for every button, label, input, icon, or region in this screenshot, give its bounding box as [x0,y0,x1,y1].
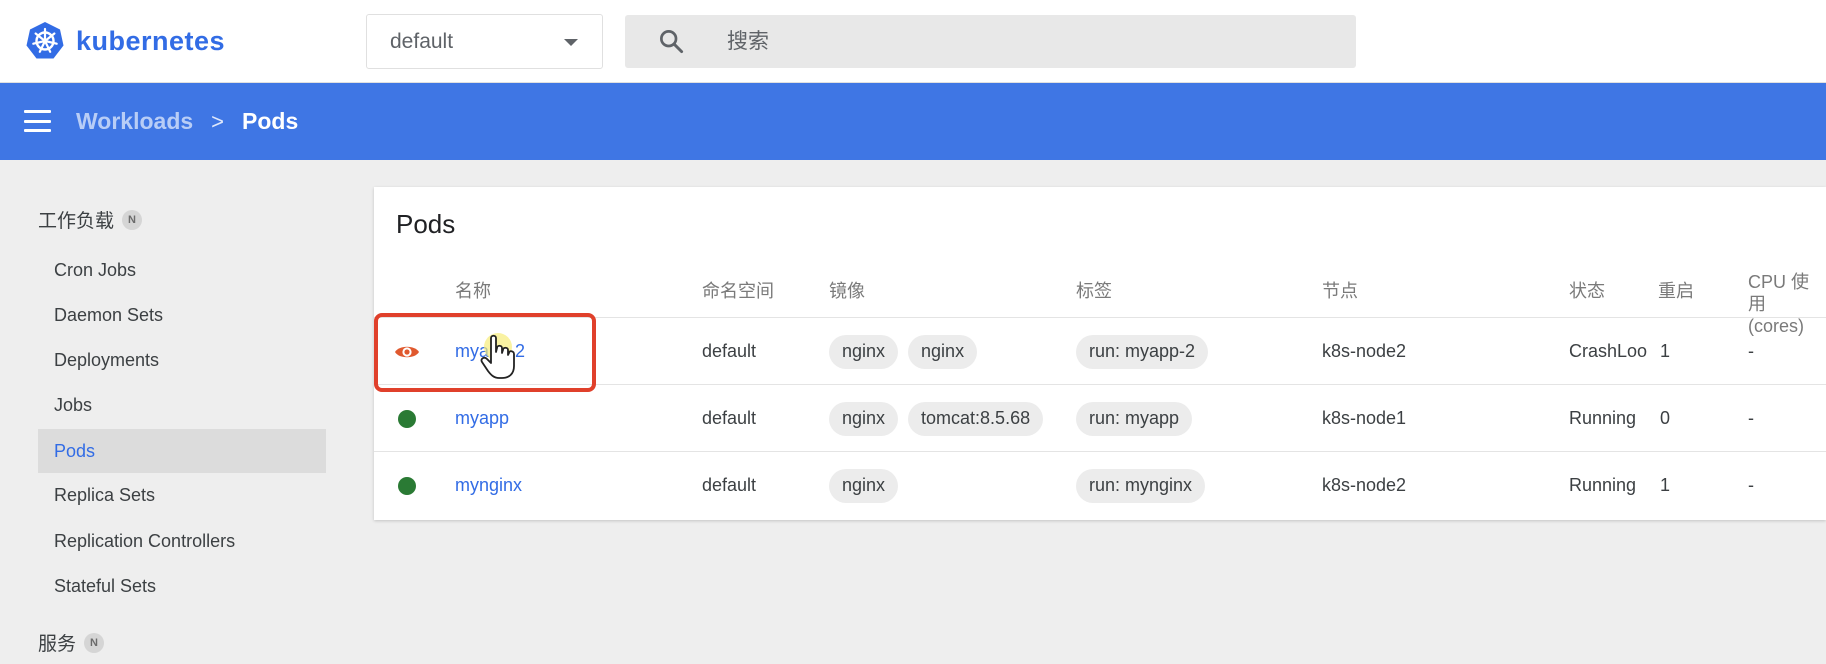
pod-status: Running [1569,475,1637,495]
pod-namespace: default [702,341,757,361]
running-dot-icon [398,409,416,428]
column-header-name[interactable]: 名称 [455,280,491,302]
caret-down-icon [564,39,578,46]
kubernetes-logo-icon [26,22,64,59]
column-header-status[interactable]: 状态 [1569,280,1605,302]
sidebar-item-cron-jobs[interactable]: Cron Jobs [38,248,326,292]
image-chip: nginx [829,468,899,503]
table-row[interactable]: myapp default nginx tomcat:8.5.68 run: m… [374,384,1826,451]
brand[interactable]: kubernetes [24,20,225,62]
sidebar-item-label: Stateful Sets [54,575,157,596]
namespace-select-value: default [390,29,454,53]
sidebar-item-label: Pods [54,440,96,461]
pod-node[interactable]: k8s-node2 [1322,318,1406,385]
label-chip: run: mynginx [1076,468,1206,503]
pod-node[interactable]: k8s-node1 [1322,385,1406,452]
sidebar-category-label: 工作负载 [38,211,115,232]
nav-bar: Workloads > Pods [0,83,1826,160]
sidebar-item-replica-sets[interactable]: Replica Sets [38,473,326,517]
sidebar-item-stateful-sets[interactable]: Stateful Sets [38,564,326,608]
menu-icon[interactable] [24,110,51,132]
sidebar-category-label: 服务 [38,634,77,655]
pod-labels: run: myapp-2 [1076,318,1218,385]
breadcrumb-current: Pods [242,108,299,134]
pod-restarts: 1 [1660,475,1671,495]
column-header-node[interactable]: 节点 [1322,280,1358,302]
search-input[interactable] [725,15,1325,68]
sidebar-item-label: Deployments [54,349,160,370]
table-row[interactable]: mynginx default nginx run: mynginx k8s-n… [374,451,1826,518]
column-header-namespace[interactable]: 命名空间 [702,280,774,302]
search-bar[interactable] [625,15,1356,68]
image-chip: tomcat:8.5.68 [908,401,1044,436]
pod-labels: run: mynginx [1076,452,1215,519]
pod-status-icon-cell [398,385,416,452]
sidebar: 工作负载 N Cron Jobs Daemon Sets Deployments… [0,160,345,664]
sidebar-category-services[interactable]: 服务 N [38,629,105,656]
sidebar-category-workloads[interactable]: 工作负载 N [38,206,143,233]
pod-status-icon-cell [398,452,416,519]
running-dot-icon [398,476,416,495]
breadcrumb: Workloads > Pods [76,83,298,160]
pod-status: CrashLoo [1569,341,1648,361]
column-header-images: 镜像 [829,281,865,301]
image-chip: nginx [829,334,899,369]
pod-name-link[interactable]: myapp [455,385,509,452]
pod-cpu: - [1748,341,1754,361]
pod-cpu: - [1748,408,1754,428]
pod-namespace: default [702,408,757,428]
sidebar-item-deployments[interactable]: Deployments [38,338,326,382]
label-chip: run: myapp [1076,401,1193,436]
card-title: Pods [396,209,456,239]
sidebar-item-label: Daemon Sets [54,304,164,325]
sidebar-item-replication-controllers[interactable]: Replication Controllers [38,519,326,563]
sidebar-item-jobs[interactable]: Jobs [38,383,326,427]
label-chip: run: myapp-2 [1076,334,1209,369]
namespaced-badge: N [122,209,143,230]
namespaced-badge: N [84,632,105,653]
pod-restarts: 0 [1660,408,1671,428]
pod-namespace: default [702,475,757,495]
pod-images: nginx tomcat:8.5.68 [829,385,1053,452]
hand-cursor-icon [480,333,515,379]
pod-restarts: 1 [1660,341,1671,361]
top-bar: kubernetes default [0,0,1826,83]
sidebar-item-label: Cron Jobs [54,259,137,280]
sidebar-item-label: Replication Controllers [54,530,236,551]
pod-labels: run: myapp [1076,385,1202,452]
breadcrumb-workloads-link[interactable]: Workloads [76,108,193,135]
pod-cpu: - [1748,475,1754,495]
sidebar-item-label: Replica Sets [54,484,156,505]
pod-status: Running [1569,408,1637,428]
pod-name-link[interactable]: mynginx [455,452,522,519]
namespace-select[interactable]: default [366,14,603,69]
breadcrumb-separator-icon: > [211,108,225,134]
pod-node[interactable]: k8s-node2 [1322,452,1406,519]
column-header-labels: 标签 [1076,281,1112,301]
sidebar-item-label: Jobs [54,394,93,415]
column-header-cpu-line1: CPU 使用 [1748,272,1810,314]
sidebar-item-pods[interactable]: Pods [38,429,326,473]
sidebar-item-daemon-sets[interactable]: Daemon Sets [38,293,326,337]
column-header-restarts[interactable]: 重启 [1658,280,1694,302]
search-icon [660,30,684,54]
pod-images: nginx [829,452,908,519]
brand-name: kubernetes [76,25,226,56]
pod-images: nginx nginx [829,318,987,385]
image-chip: nginx [908,334,978,369]
image-chip: nginx [829,401,899,436]
